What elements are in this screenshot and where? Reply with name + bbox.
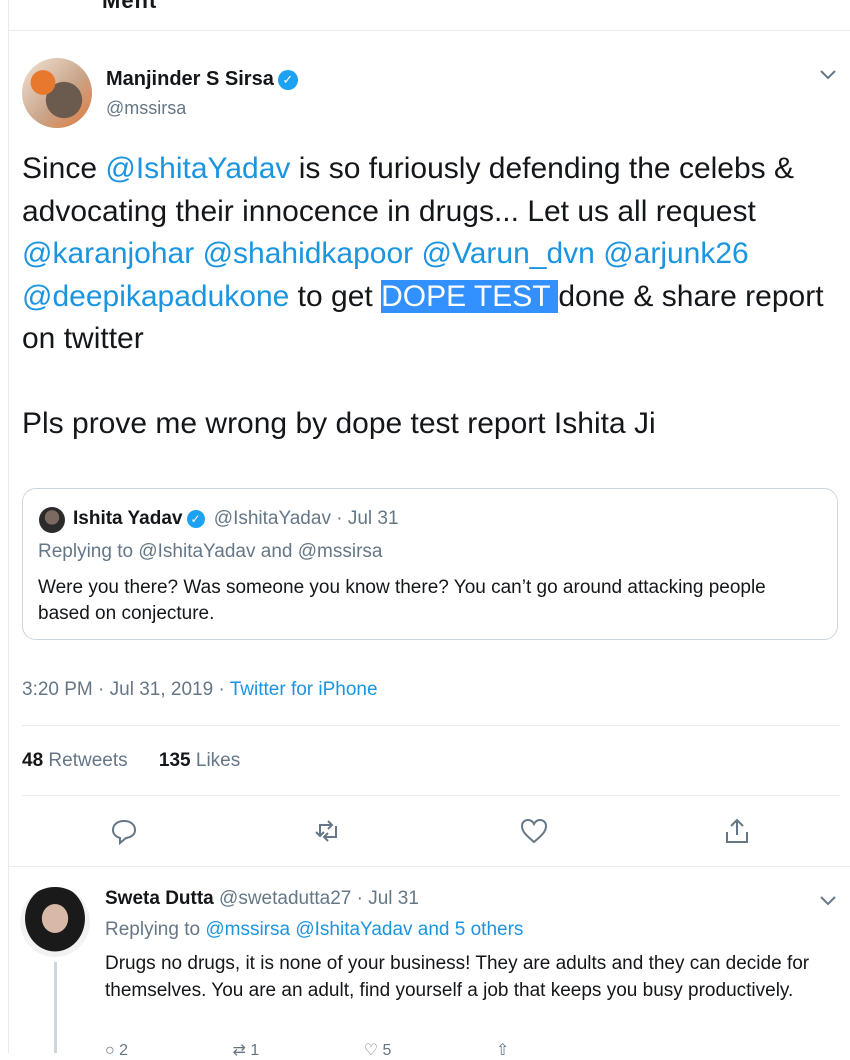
chevron-down-icon[interactable] [818,890,838,913]
quoted-handle-date: @IshitaYadav · Jul 31 [213,508,399,529]
quoted-replying-to: Replying to @IshitaYadav and @mssirsa [38,541,383,562]
replying-mentions-link[interactable]: @mssirsa @IshitaYadav and 5 others [205,919,523,940]
clipped-header-text: Ment [102,0,158,13]
like-icon[interactable] [519,816,549,846]
mention-link[interactable]: @Varun_dvn [422,237,595,270]
retweets-label: Retweets [43,750,128,771]
tweet-source-link[interactable]: Twitter for iPhone [230,679,378,700]
like-icon[interactable]: ♡ 5 [364,1042,392,1059]
mention-link[interactable]: @karanjohar [22,237,194,270]
divider [8,30,850,31]
quoted-author-name: Ishita Yadav [73,508,183,529]
mention-link[interactable]: @arjunk26 [603,237,749,270]
tweet-text-segment: Since [22,152,106,185]
quoted-tweet-card[interactable]: Ishita Yadav ✓ @IshitaYadav · Jul 31 Repl… [22,488,838,640]
tweet-text-line: Pls prove me wrong by dope test report I… [22,406,656,440]
quoted-tweet-text: Were you there? Was someone you know the… [38,577,766,624]
quoted-author-avatar [39,507,65,533]
reply-retweet-count: 1 [250,1042,260,1059]
divider [22,795,840,796]
retweet-icon[interactable]: ⇄ 1 [232,1042,259,1059]
author-avatar[interactable] [22,58,92,128]
tweet-timestamp-source: 3:20 PM · Jul 31, 2019 · Twitter for iPh… [22,679,378,701]
likes-stat[interactable]: 135 Likes [159,750,240,771]
reply-icon[interactable]: ○ 2 [105,1042,128,1059]
reply-icon[interactable] [109,816,139,846]
reply-author-avatar[interactable] [20,887,90,957]
retweets-count: 48 [22,750,44,771]
timeline-border-left [8,0,9,1053]
share-icon[interactable] [722,816,752,846]
quoted-header: Ishita Yadav ✓ @IshitaYadav · Jul 31 [73,508,399,530]
mention-link[interactable]: @shahidkapoor [203,237,414,270]
divider [8,866,850,867]
verified-badge-icon: ✓ [186,509,205,528]
reply-handle-date[interactable]: @swetadutta27 · Jul 31 [214,888,419,909]
retweets-stat[interactable]: 48 Retweets [22,750,128,771]
share-icon[interactable]: ⇧ [496,1042,509,1059]
mention-link[interactable]: @IshitaYadav [105,152,290,185]
mention-link[interactable]: @deepikapadukone [22,280,289,313]
reply-action-bar: ○ 2 ⇄ 1 ♡ 5 ⇧ [105,1040,509,1060]
reply-text: Drugs no drugs, it is none of your busin… [105,953,810,1001]
likes-count: 135 [158,750,191,771]
chevron-down-icon[interactable] [818,64,838,87]
thread-connector [54,962,57,1053]
retweet-icon[interactable] [313,816,343,846]
replying-prefix: Replying to [105,919,206,940]
selected-text-highlight: DOPE TEST [381,279,559,313]
reply-header: Sweta Dutta @swetadutta27 · Jul 31 [105,888,419,910]
author-name-text[interactable]: Manjinder S Sirsa [106,68,274,90]
likes-label: Likes [190,750,241,771]
tweet-text: Since @IshitaYadav is so furiously defen… [22,148,832,445]
divider [22,725,840,726]
reply-reply-count: 2 [119,1042,129,1059]
reply-like-count: 5 [382,1042,392,1059]
reply-author-name[interactable]: Sweta Dutta [105,888,214,909]
verified-badge-icon: ✓ [277,69,298,90]
tweet-timestamp[interactable]: 3:20 PM · Jul 31, 2019 · [22,679,230,700]
author-name[interactable]: Manjinder S Sirsa ✓ [106,68,298,91]
tweet-stats: 48 Retweets 135 Likes [22,750,240,772]
author-handle[interactable]: @mssirsa [106,98,186,119]
reply-replying-to: Replying to @mssirsa @IshitaYadav and 5 … [105,919,523,941]
tweet-detail-page: Ment Manjinder S Sirsa ✓ @mssirsa Since @… [0,0,850,1059]
tweet-text-segment: to get [289,279,382,313]
